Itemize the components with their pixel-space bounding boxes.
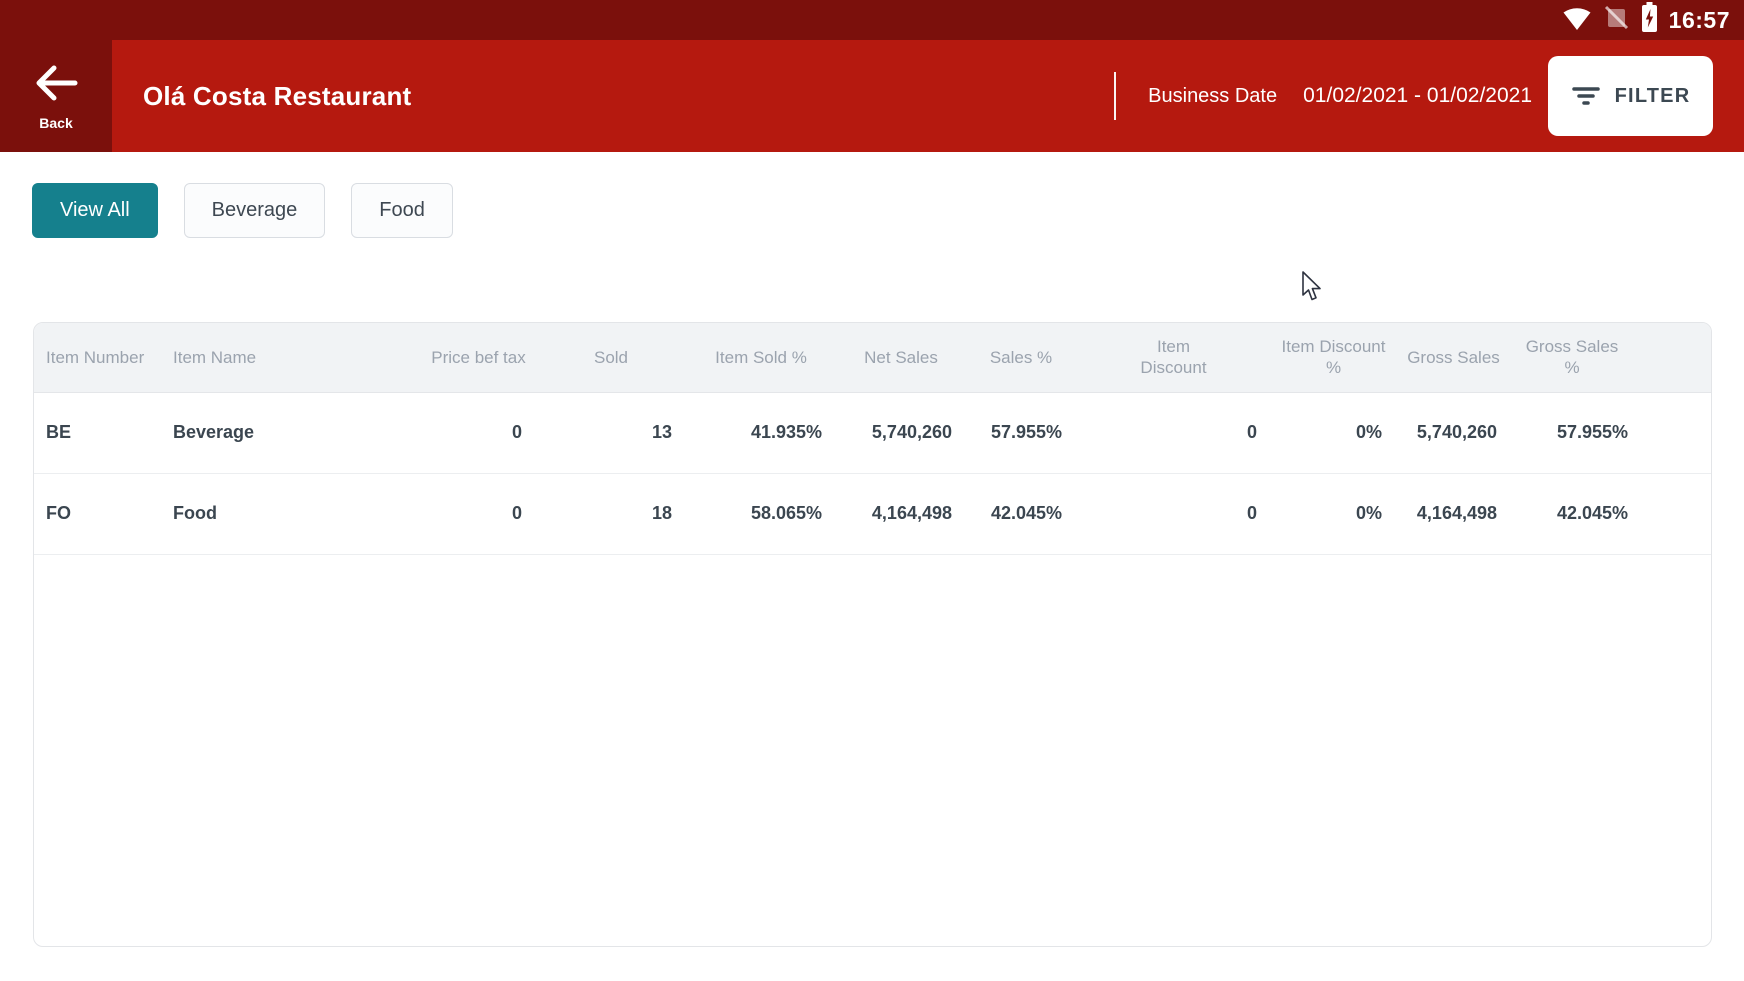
table-cell: 42.045% (966, 473, 1076, 554)
column-header: Item Sold % (686, 323, 836, 392)
table-cell: 0 (421, 392, 536, 473)
battery-charging-icon (1640, 2, 1659, 38)
table-header-row: Item NumberItem NamePrice bef taxSoldIte… (34, 323, 1712, 392)
business-date-value[interactable]: 01/02/2021 - 01/02/2021 (1303, 84, 1532, 108)
column-header: Net Sales (836, 323, 966, 392)
column-header: Gross Sales % (1511, 323, 1712, 392)
page-title: Olá Costa Restaurant (143, 81, 411, 112)
table-cell: 4,164,498 (836, 473, 966, 554)
table-cell: 42.045% (1511, 473, 1712, 554)
table-cell: 41.935% (686, 392, 836, 473)
table-cell: 0 (1076, 473, 1271, 554)
status-icons: 16:57 (1561, 0, 1730, 40)
table-cell: 57.955% (966, 392, 1076, 473)
status-bar: 16:57 (0, 0, 1744, 40)
back-button[interactable]: Back (0, 40, 112, 152)
column-header: Sold (536, 323, 686, 392)
table-cell: 5,740,260 (836, 392, 966, 473)
sim-disabled-icon (1603, 4, 1630, 36)
mouse-cursor (1301, 271, 1327, 308)
table-cell: 58.065% (686, 473, 836, 554)
table-cell: 0% (1271, 473, 1396, 554)
app-bar-right: Business Date 01/02/2021 - 01/02/2021 FI… (1114, 56, 1744, 136)
table-cell: Beverage (171, 392, 421, 473)
screen: 16:57 Back Olá Costa Restaurant Business… (0, 0, 1744, 981)
column-header: Item Number (34, 323, 171, 392)
filter-button[interactable]: FILTER (1548, 56, 1713, 136)
table-cell: 57.955% (1511, 392, 1712, 473)
status-time: 16:57 (1669, 7, 1730, 34)
table-cell: 0 (1076, 392, 1271, 473)
column-header: Item Discount % (1271, 323, 1396, 392)
column-header: Sales % (966, 323, 1076, 392)
table-row[interactable]: FOFood01858.065%4,164,49842.045%00%4,164… (34, 473, 1712, 554)
items-table: Item NumberItem NamePrice bef taxSoldIte… (34, 323, 1712, 555)
table-cell: 0% (1271, 392, 1396, 473)
table-cell: 18 (536, 473, 686, 554)
table-cell: 13 (536, 392, 686, 473)
column-header: Item Name (171, 323, 421, 392)
divider (1114, 72, 1116, 120)
table-cell: 0 (421, 473, 536, 554)
filter-icon (1571, 84, 1601, 108)
column-header: Gross Sales (1396, 323, 1511, 392)
table-cell: BE (34, 392, 171, 473)
business-date-label: Business Date (1148, 85, 1277, 108)
table-row[interactable]: BEBeverage01341.935%5,740,26057.955%00%5… (34, 392, 1712, 473)
tab-view-all[interactable]: View All (32, 183, 158, 238)
column-header: Price bef tax (421, 323, 536, 392)
filter-label: FILTER (1615, 85, 1691, 108)
table-cell: FO (34, 473, 171, 554)
back-label: Back (39, 115, 72, 131)
column-header: Item Discount (1076, 323, 1271, 392)
tab-beverage[interactable]: Beverage (184, 183, 326, 238)
table-cell: 5,740,260 (1396, 392, 1511, 473)
table-cell: Food (171, 473, 421, 554)
app-bar: Olá Costa Restaurant Business Date 01/02… (112, 40, 1744, 152)
tab-food[interactable]: Food (351, 183, 453, 238)
filter-tabs: View All Beverage Food (32, 183, 453, 238)
wifi-icon (1561, 4, 1593, 37)
table-cell: 4,164,498 (1396, 473, 1511, 554)
back-arrow-icon (31, 62, 81, 109)
items-table-card: Item NumberItem NamePrice bef taxSoldIte… (33, 322, 1712, 947)
